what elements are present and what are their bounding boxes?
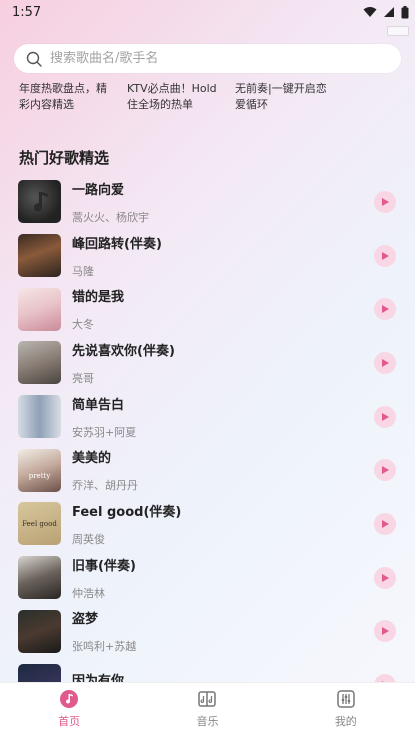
song-list: 一路向爱 蒿火火、杨欣宇 峰回路转(伴奏) 马隆 错的是我 大冬 先说喜欢你(伴… <box>18 175 400 712</box>
play-icon <box>382 358 389 367</box>
song-artist: 张鸣利+苏越 <box>72 640 137 654</box>
song-title: Feel good(伴奏) <box>72 504 182 520</box>
play-button[interactable] <box>374 190 396 213</box>
floating-window-handle[interactable] <box>387 26 409 36</box>
song-artist: 仲浩林 <box>72 586 105 600</box>
play-button[interactable] <box>374 459 396 482</box>
album-cover: Feel good <box>18 502 61 546</box>
topic-link[interactable]: 无前奏|一键开启恋爱循环 <box>235 81 333 113</box>
play-button[interactable] <box>374 566 396 589</box>
section-title: 热门好歌精选 <box>19 149 110 167</box>
song-artist: 蒿火火、杨欣宇 <box>72 210 149 224</box>
song-item[interactable]: 盗梦 张鸣利+苏越 <box>18 605 400 659</box>
tab-profile[interactable]: 我的 <box>277 683 415 739</box>
play-icon <box>382 412 389 421</box>
song-item[interactable]: 旧事(伴奏) 仲浩林 <box>18 551 400 605</box>
equalizer-icon <box>337 690 355 708</box>
album-cover: pretty <box>18 448 61 492</box>
song-artist: 安苏羽+阿夏 <box>72 425 137 439</box>
tab-label: 我的 <box>334 715 357 728</box>
play-button[interactable] <box>374 298 396 321</box>
song-item[interactable]: Feel good Feel good(伴奏) 周英俊 <box>18 497 400 551</box>
play-icon <box>382 627 389 636</box>
status-time: 1:57 <box>12 4 42 20</box>
song-title: 先说喜欢你(伴奏) <box>72 343 175 359</box>
song-artist: 乔洋、胡丹丹 <box>72 479 138 493</box>
song-artist: 马隆 <box>72 264 94 278</box>
play-icon <box>382 466 389 475</box>
album-cover <box>18 341 61 385</box>
music-note-icon <box>60 690 79 708</box>
search-input[interactable] <box>50 51 401 66</box>
play-button[interactable] <box>374 351 396 374</box>
play-button[interactable] <box>374 405 396 428</box>
song-title: 美美的 <box>72 451 112 467</box>
music-book-icon <box>198 691 217 707</box>
play-icon <box>382 251 389 260</box>
play-button[interactable] <box>374 244 396 267</box>
music-note-icon <box>34 192 48 212</box>
album-cover <box>18 395 61 439</box>
tab-label: 音乐 <box>196 715 219 728</box>
song-title: 峰回路转(伴奏) <box>72 236 162 252</box>
play-icon <box>382 573 389 582</box>
song-title: 盗梦 <box>72 612 99 628</box>
wifi-icon <box>363 7 377 17</box>
song-artist: 周英俊 <box>72 532 105 546</box>
play-icon <box>382 519 389 528</box>
song-item[interactable]: 先说喜欢你(伴奏) 亮哥 <box>18 336 400 390</box>
play-icon <box>382 305 389 314</box>
tab-label: 首页 <box>58 715 81 728</box>
song-title: 简单告白 <box>72 397 125 413</box>
bottom-tab-bar: 首页 音乐 我的 <box>0 682 415 739</box>
tab-music[interactable]: 音乐 <box>138 683 276 739</box>
song-item[interactable]: 一路向爱 蒿火火、杨欣宇 <box>18 175 400 229</box>
play-button[interactable] <box>374 512 396 535</box>
tab-home[interactable]: 首页 <box>0 683 138 739</box>
topic-list: 年度热歌盘点，精彩内容精选 KTV必点曲！Hold住全场的热单 无前奏|一键开启… <box>19 81 333 113</box>
status-bar: 1:57 <box>0 0 415 24</box>
topic-link[interactable]: KTV必点曲！Hold住全场的热单 <box>127 81 225 113</box>
song-item[interactable]: pretty 美美的 乔洋、胡丹丹 <box>18 443 400 497</box>
search-bar[interactable] <box>14 44 401 73</box>
album-cover <box>18 287 61 331</box>
song-item[interactable]: 简单告白 安苏羽+阿夏 <box>18 390 400 444</box>
song-item[interactable]: 峰回路转(伴奏) 马隆 <box>18 229 400 283</box>
play-icon <box>382 197 389 206</box>
song-title: 错的是我 <box>72 290 125 306</box>
topic-link[interactable]: 年度热歌盘点，精彩内容精选 <box>19 81 117 113</box>
song-title: 一路向爱 <box>72 182 125 198</box>
song-title: 旧事(伴奏) <box>72 558 136 574</box>
cover-text: Feel good <box>22 520 57 529</box>
album-cover <box>18 180 61 224</box>
battery-icon <box>401 5 409 18</box>
search-icon <box>26 51 42 67</box>
song-item[interactable]: 错的是我 大冬 <box>18 282 400 336</box>
play-button[interactable] <box>374 620 396 643</box>
song-artist: 大冬 <box>72 318 94 332</box>
album-cover <box>18 234 61 278</box>
cover-text: pretty <box>28 471 51 480</box>
album-cover <box>18 556 61 600</box>
status-icons <box>363 5 409 19</box>
song-artist: 亮哥 <box>72 371 94 385</box>
signal-icon <box>384 7 394 17</box>
album-cover <box>18 609 61 653</box>
